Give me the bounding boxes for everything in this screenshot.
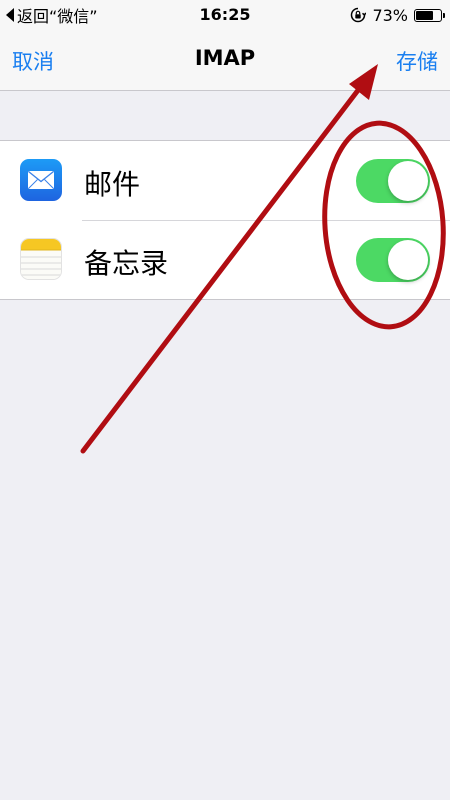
list-item-notes: 备忘录: [0, 220, 450, 300]
page-title: IMAP: [194, 46, 256, 70]
notes-toggle-knob: [388, 240, 428, 280]
status-bar: 返回“微信” 16:25 73%: [0, 0, 450, 30]
navigation-bar: 取消 IMAP 存储: [0, 30, 450, 91]
battery-percent: 73%: [372, 5, 408, 25]
battery-fill: [416, 10, 433, 20]
imap-sync-list: 邮件 备忘录: [0, 140, 450, 300]
mail-toggle-knob: [388, 161, 428, 201]
battery-icon: [414, 8, 445, 22]
annotation-overlay: [80, 64, 446, 454]
status-right: 73%: [350, 5, 445, 25]
save-button[interactable]: 存储: [396, 46, 438, 76]
mail-label: 邮件: [84, 168, 141, 201]
notes-toggle[interactable]: [356, 238, 430, 282]
rotation-lock-icon: [351, 7, 367, 23]
notes-label: 备忘录: [84, 247, 169, 280]
mail-toggle[interactable]: [356, 159, 430, 203]
mail-app-icon: [20, 159, 62, 201]
battery-tip: [443, 12, 445, 18]
list-item-mail: 邮件: [0, 141, 450, 221]
notes-app-icon: [20, 238, 62, 280]
